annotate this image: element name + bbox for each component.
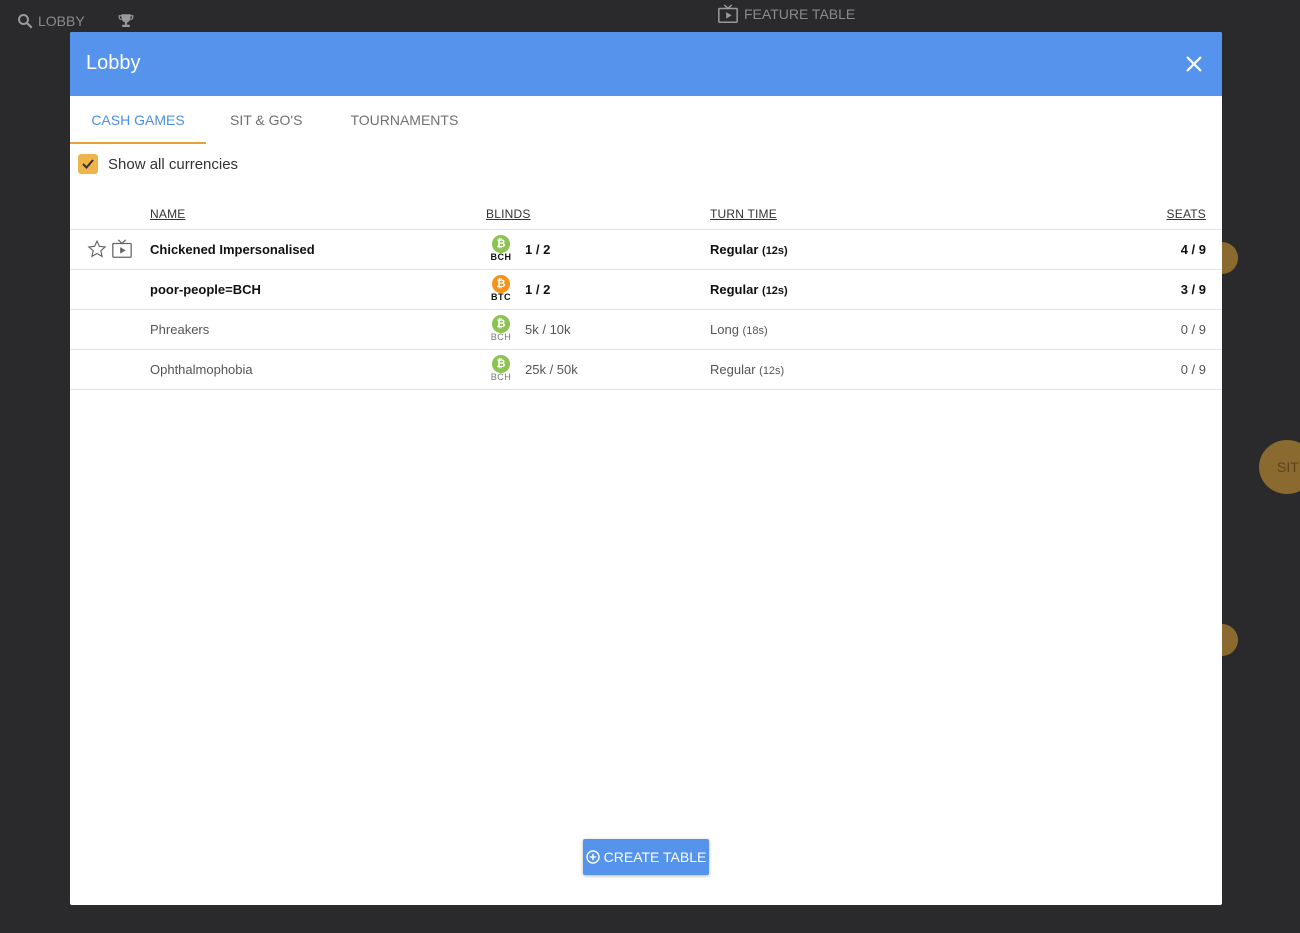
nav-lobby-label: LOBBY <box>38 13 85 29</box>
btc-coin-icon: ₿ BTC <box>490 275 512 302</box>
table-name: Ophthalmophobia <box>150 362 253 377</box>
column-turn-time[interactable]: TURN TIME <box>710 207 777 221</box>
bg-sit-label: SIT <box>1277 459 1299 475</box>
show-all-currencies[interactable]: Show all currencies <box>78 154 238 174</box>
create-table-label: CREATE TABLE <box>603 849 707 865</box>
bch-coin-icon: ₿ BCH <box>490 315 512 342</box>
table-row[interactable]: Phreakers ₿ BCH 5k / 10k Long (18s) 0 / … <box>70 310 1222 350</box>
bg-sit-circle: SIT <box>1259 440 1300 494</box>
seats-value: 3 / 9 <box>1180 282 1206 297</box>
table-row[interactable]: Chickened Impersonalised ₿ BCH 1 / 2 Reg… <box>70 230 1222 270</box>
turn-time-value: Regular (12s) <box>710 242 788 257</box>
close-icon <box>1186 56 1202 72</box>
table-header: NAME BLINDS TURN TIME SEATS <box>70 198 1222 230</box>
show-all-currencies-checkbox[interactable] <box>78 154 98 174</box>
currency-label: BCH <box>490 252 512 262</box>
column-blinds[interactable]: BLINDS <box>486 207 531 221</box>
currency-label: BCH <box>490 372 512 382</box>
tv-icon[interactable] <box>111 238 133 263</box>
table-row[interactable]: Ophthalmophobia ₿ BCH 25k / 50k Regular … <box>70 350 1222 390</box>
tab-bar: CASH GAMES SIT & GO'S TOURNAMENTS <box>70 96 482 144</box>
blinds-value: 1 / 2 <box>525 242 551 257</box>
star-icon[interactable] <box>87 239 107 262</box>
blinds-value: 25k / 50k <box>525 362 578 377</box>
games-table: NAME BLINDS TURN TIME SEATS Chickened Im… <box>70 198 1222 390</box>
search-icon <box>18 14 33 29</box>
create-table-button[interactable]: CREATE TABLE <box>583 839 709 875</box>
seats-value: 4 / 9 <box>1180 242 1206 257</box>
currency-label: BCH <box>490 332 512 342</box>
bch-coin-icon: ₿ BCH <box>490 355 512 382</box>
bch-coin-icon: ₿ BCH <box>490 235 512 262</box>
plus-circle-icon <box>585 850 600 864</box>
column-name[interactable]: NAME <box>150 207 185 221</box>
blinds-value: 5k / 10k <box>525 322 571 337</box>
seats-value: 0 / 9 <box>1180 362 1206 377</box>
turn-time-value: Regular (12s) <box>710 362 785 377</box>
table-name: poor-people=BCH <box>150 282 261 297</box>
turn-time-value: Long (18s) <box>710 322 768 337</box>
checkmark-icon <box>82 159 94 169</box>
feature-table-label: FEATURE TABLE <box>744 6 856 22</box>
turn-time-value: Regular (12s) <box>710 282 788 297</box>
show-all-currencies-label: Show all currencies <box>108 155 239 173</box>
tab-sit-and-gos[interactable]: SIT & GO'S <box>206 96 326 144</box>
nav-feature-table[interactable]: FEATURE TABLE <box>717 3 855 25</box>
column-seats[interactable]: SEATS <box>1167 207 1206 221</box>
currency-label: BTC <box>491 292 511 302</box>
modal-title: Lobby <box>86 52 141 74</box>
nav-lobby[interactable]: LOBBY <box>16 12 85 30</box>
table-name: Phreakers <box>150 322 210 337</box>
modal-header: Lobby <box>70 32 1222 96</box>
tv-icon <box>718 4 738 23</box>
table-name: Chickened Impersonalised <box>150 242 315 257</box>
close-button[interactable] <box>1184 54 1204 74</box>
tab-tournaments[interactable]: TOURNAMENTS <box>326 96 482 144</box>
table-row[interactable]: poor-people=BCH ₿ BTC 1 / 2 Regular (12s… <box>70 270 1222 310</box>
lobby-modal: Lobby CASH GAMES SIT & GO'S TOURNAMENTS … <box>70 32 1222 905</box>
blinds-value: 1 / 2 <box>525 282 551 297</box>
tab-cash-games[interactable]: CASH GAMES <box>70 96 206 144</box>
seats-value: 0 / 9 <box>1180 322 1206 337</box>
